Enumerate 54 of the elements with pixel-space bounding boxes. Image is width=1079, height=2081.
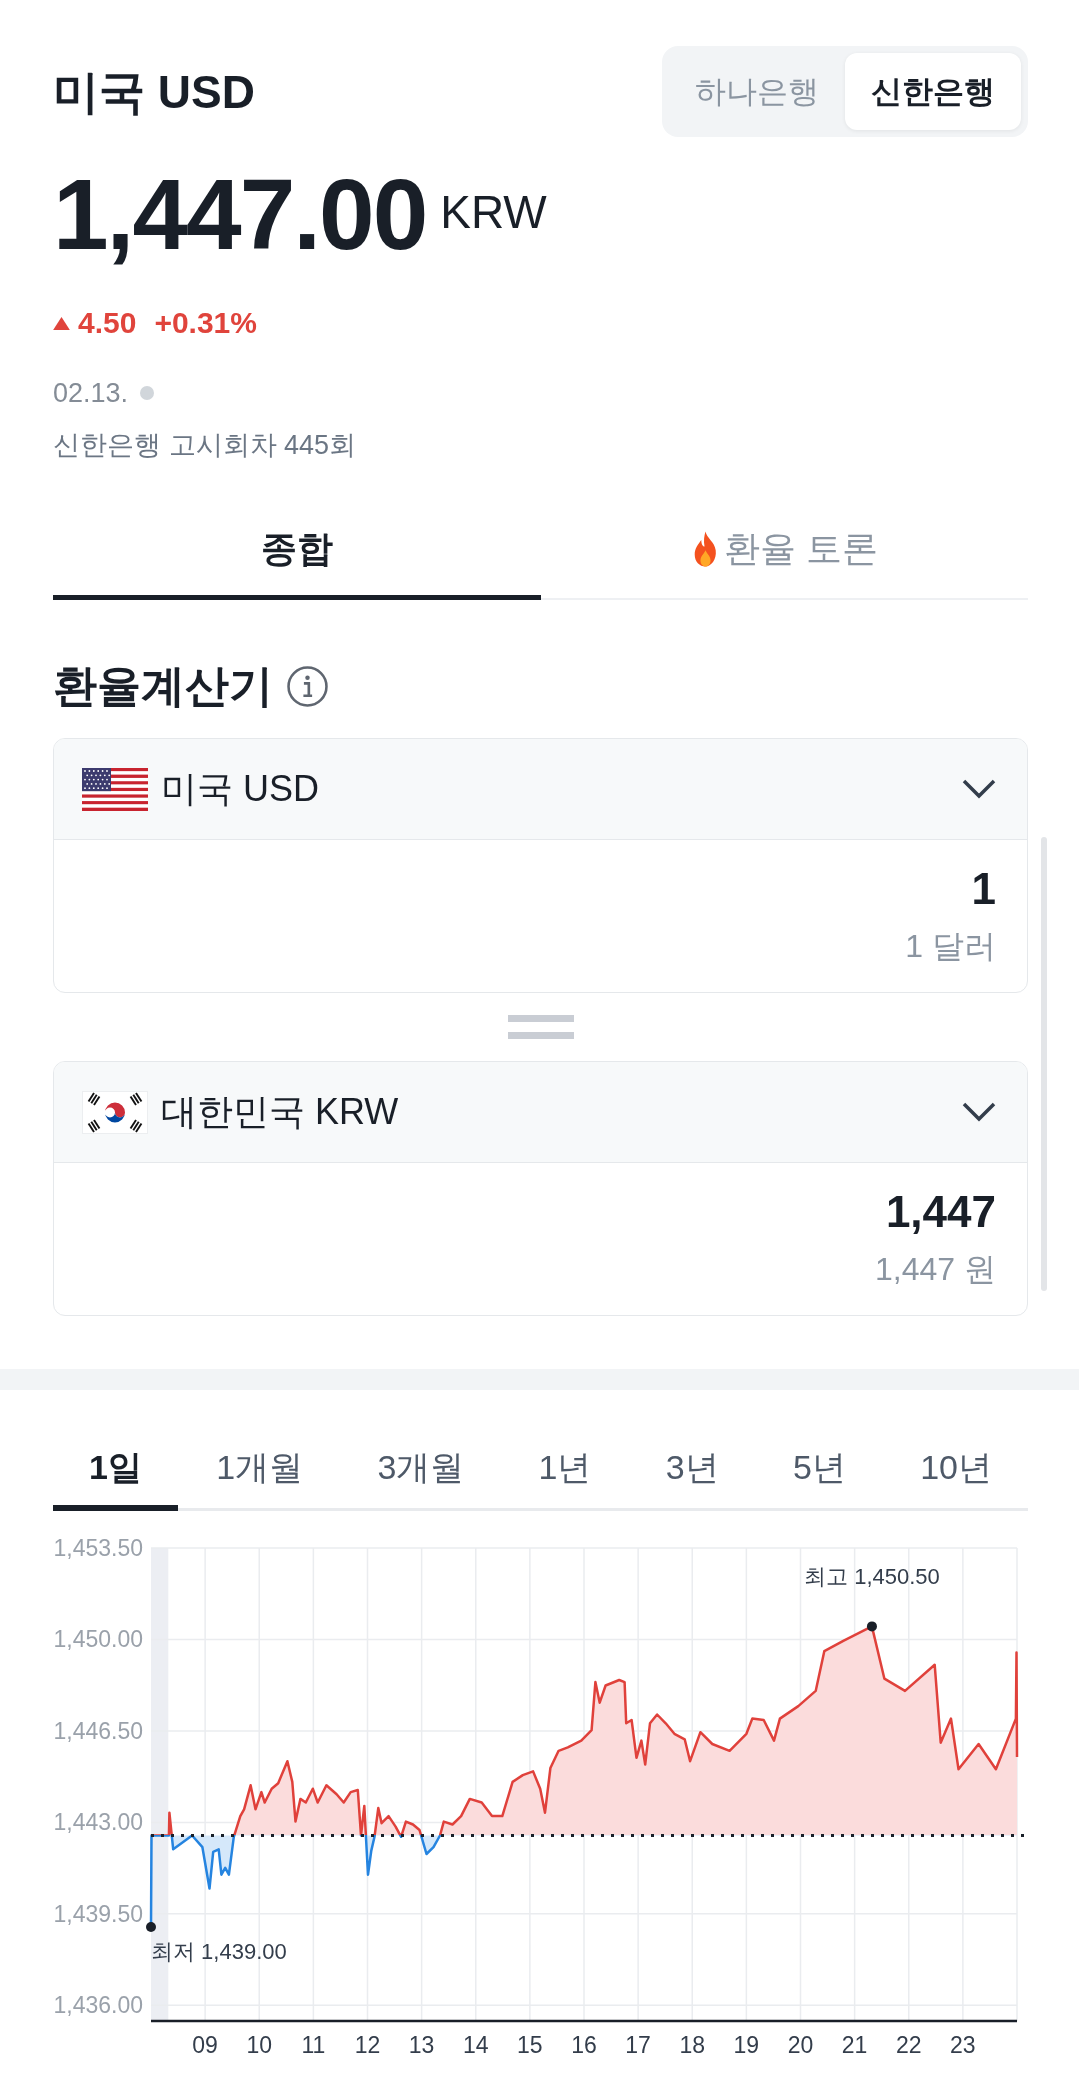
x-axis-label: 14 — [462, 2032, 489, 2058]
amount-in-words: 1 달러 — [905, 927, 996, 966]
x-axis-label: 19 — [733, 2032, 760, 2058]
y-axis-label: 1,436.00 — [53, 1992, 143, 2019]
period-tab[interactable]: 3개월 — [341, 1422, 501, 1511]
x-axis-label: 22 — [895, 2032, 922, 2058]
amount-in-words: 1,447 원 — [875, 1250, 996, 1289]
period-tab[interactable]: 5년 — [756, 1422, 882, 1511]
point-marker-icon — [866, 1621, 877, 1632]
point-marker-icon — [146, 1921, 156, 1932]
amount-input[interactable]: 1 — [85, 863, 996, 915]
x-axis-label: 21 — [841, 2032, 868, 2058]
period-tab[interactable]: 10년 — [884, 1422, 1028, 1511]
x-axis-label: 11 — [301, 2032, 326, 2058]
bank-option[interactable]: 신한은행 — [845, 53, 1021, 130]
y-axis-label: 1,453.50 — [53, 1535, 143, 1561]
x-axis-label: 09 — [192, 2032, 218, 2058]
x-axis-label: 15 — [517, 2032, 543, 2058]
x-axis-label: 10 — [246, 2032, 273, 2058]
info-icon[interactable] — [287, 665, 328, 707]
x-axis-label: 17 — [625, 2032, 651, 2058]
x-axis-label: 12 — [354, 2032, 381, 2058]
currency-title: 미국 USD — [53, 64, 255, 120]
x-axis-label: 20 — [787, 2032, 814, 2058]
equals-icon — [507, 1015, 574, 1039]
currency-select[interactable]: 대한민국 KRW — [54, 1062, 1027, 1163]
x-axis-label: 18 — [679, 2032, 706, 2058]
amount-input[interactable]: 1,447 — [85, 1186, 996, 1238]
us-flag-icon — [82, 767, 148, 811]
period-tab[interactable]: 1일 — [53, 1422, 178, 1511]
currency-code: KRW — [440, 185, 547, 240]
x-axis-label: 16 — [571, 2032, 597, 2058]
chevron-down-icon — [962, 779, 996, 799]
x-axis-label: 23 — [950, 2032, 976, 2058]
tab[interactable]: 종합 — [53, 505, 541, 600]
period-tab[interactable]: 1년 — [502, 1422, 628, 1511]
y-axis-label: 1,439.50 — [53, 1900, 143, 1927]
korea-flag-icon — [82, 1090, 148, 1134]
period-tab[interactable]: 1개월 — [180, 1422, 340, 1511]
x-axis-label: 13 — [408, 2032, 435, 2058]
quote-date: 02.13. — [53, 377, 129, 410]
exchange-rate: 1,447.00 — [53, 159, 427, 269]
y-axis-label: 1,450.00 — [53, 1626, 143, 1653]
section-title: 환율계산기 — [53, 661, 273, 711]
change-percent: +0.31% — [154, 305, 257, 341]
y-axis-label: 1,446.50 — [53, 1717, 143, 1744]
low-price-label: 최저 1,439.00 — [151, 1938, 287, 1964]
currency-select[interactable]: 미국 USD — [54, 739, 1027, 840]
chevron-down-icon — [962, 1102, 996, 1122]
y-axis-label: 1,443.00 — [53, 1809, 143, 1836]
change-amount: 4.50 — [78, 305, 137, 341]
notice-round: 신한은행 고시회차 445회 — [53, 429, 358, 462]
period-tab[interactable]: 3년 — [629, 1422, 755, 1511]
high-price-label: 최고 1,450.50 — [804, 1564, 940, 1590]
